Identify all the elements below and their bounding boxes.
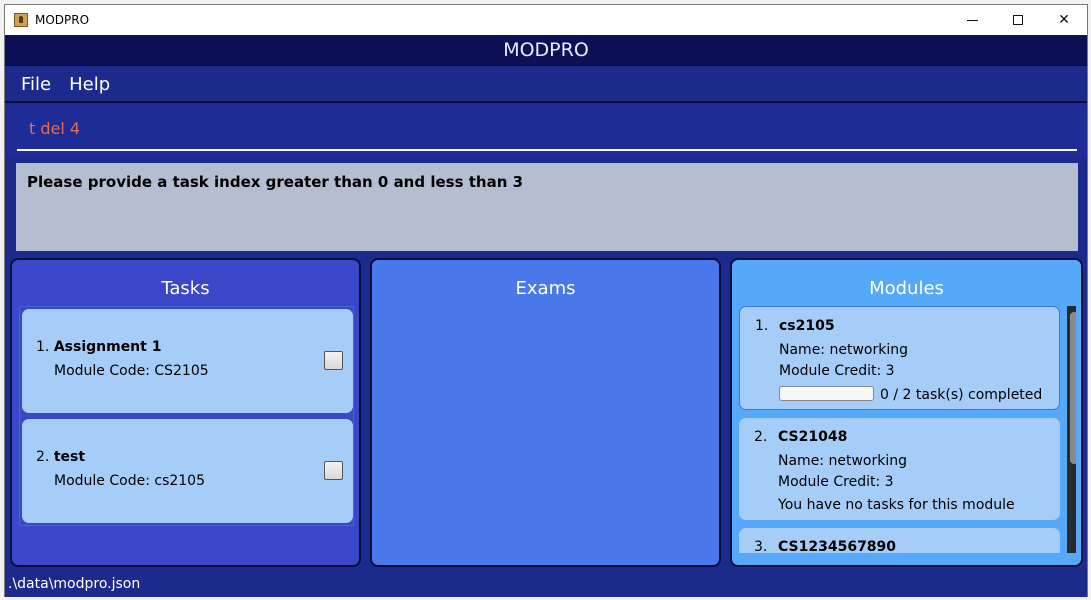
app-icon [14, 13, 28, 27]
menu-help[interactable]: Help [69, 74, 110, 95]
task-module-code: Module Code: CS2105 [54, 363, 209, 379]
module-code: cs2105 [779, 318, 835, 334]
module-list: 1. cs2105 Name: networking Module Credit… [739, 306, 1076, 553]
window-title: MODPRO [35, 13, 90, 27]
modules-panel-title: Modules [869, 278, 944, 299]
task-done-checkbox[interactable] [324, 461, 343, 480]
module-progress-bar [779, 386, 874, 401]
task-done-checkbox[interactable] [324, 351, 343, 370]
task-title: Assignment 1 [53, 339, 162, 355]
module-index: 1. [755, 318, 769, 334]
task-module-code: Module Code: cs2105 [54, 473, 205, 489]
module-card[interactable]: 1. cs2105 Name: networking Module Credit… [739, 306, 1060, 410]
app-window: MODPRO ✕ MODPRO File Help t del 4 Please… [4, 4, 1088, 597]
scrollbar-thumb[interactable] [1070, 312, 1076, 464]
minimize-icon [966, 19, 978, 21]
task-title-row: 2. test [36, 449, 85, 465]
command-box: t del 4 [5, 105, 1087, 157]
task-index: 1. [36, 339, 50, 355]
command-input[interactable]: t del 4 [29, 119, 80, 138]
result-display: Please provide a task index greater than… [16, 163, 1078, 251]
module-card[interactable]: 3. CS1234567890 [739, 528, 1060, 553]
status-bar: .\data\modpro.json [5, 571, 1087, 597]
module-name: Name: networking [778, 453, 907, 469]
command-underline [17, 149, 1077, 151]
module-list-scrollbar[interactable] [1067, 306, 1076, 553]
window-controls: ✕ [949, 5, 1087, 35]
module-credit: Module Credit: 3 [778, 474, 894, 490]
task-card[interactable]: 1. Assignment 1 Module Code: CS2105 [22, 309, 353, 413]
minimize-button[interactable] [949, 5, 995, 35]
close-icon: ✕ [1058, 12, 1070, 28]
close-button[interactable]: ✕ [1041, 5, 1087, 35]
title-bar: MODPRO ✕ [5, 5, 1087, 35]
module-credit: Module Credit: 3 [779, 363, 895, 379]
task-card[interactable]: 2. test Module Code: cs2105 [22, 419, 353, 523]
result-message: Please provide a task index greater than… [27, 173, 524, 191]
task-title: test [53, 449, 86, 465]
menu-bar: File Help [5, 67, 1087, 103]
tasks-panel-title: Tasks [161, 278, 210, 299]
tasks-panel: Tasks 1. Assignment 1 Module Code: CS210… [10, 258, 361, 567]
module-code: CS21048 [778, 429, 848, 445]
module-code: CS1234567890 [778, 539, 897, 553]
app-header: MODPRO [5, 35, 1087, 66]
module-name: Name: networking [779, 342, 908, 358]
modules-panel: Modules 1. cs2105 Name: networking Modul… [730, 258, 1083, 567]
module-index: 2. [754, 429, 768, 445]
module-progress-label: 0 / 2 task(s) completed [880, 387, 1043, 403]
task-list: 1. Assignment 1 Module Code: CS2105 2. t… [19, 306, 354, 526]
module-card[interactable]: 2. CS21048 Name: networking Module Credi… [739, 418, 1060, 520]
data-file-path: .\data\modpro.json [8, 576, 141, 592]
task-title-row: 1. Assignment 1 [36, 339, 161, 355]
menu-file[interactable]: File [21, 74, 51, 95]
exams-panel: Exams [370, 258, 721, 567]
module-status: You have no tasks for this module [778, 497, 1015, 513]
module-index: 3. [754, 539, 768, 553]
maximize-icon [1013, 15, 1023, 25]
exams-panel-title: Exams [515, 278, 576, 299]
maximize-button[interactable] [995, 5, 1041, 35]
task-index: 2. [36, 449, 50, 465]
